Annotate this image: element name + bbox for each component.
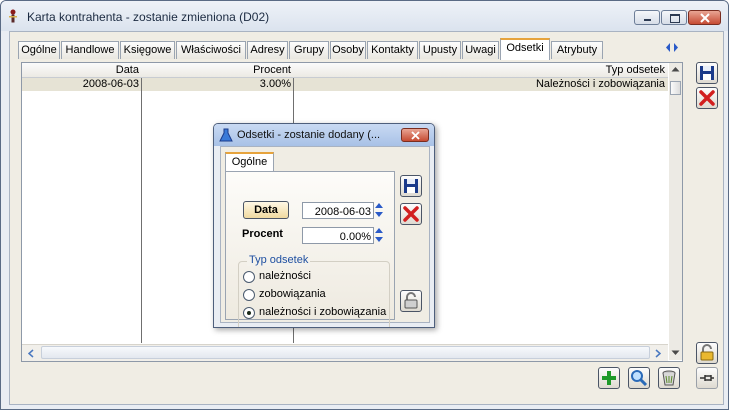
tab-ksiegowe[interactable]: Księgowe bbox=[120, 41, 175, 59]
column-header-data[interactable]: Data bbox=[22, 64, 142, 77]
table-row[interactable]: 2008-06-03 3.00% Należności i zobowiązan… bbox=[22, 78, 668, 91]
tab-kontakty[interactable]: Kontakty bbox=[367, 41, 418, 59]
tab-handlowe[interactable]: Handlowe bbox=[61, 41, 119, 59]
scroll-down-icon[interactable] bbox=[671, 350, 680, 356]
dialog-cancel-button[interactable] bbox=[400, 203, 422, 225]
radio-label[interactable]: zobowiązania bbox=[259, 288, 326, 300]
red-x-icon bbox=[403, 206, 419, 222]
search-button[interactable] bbox=[628, 367, 650, 389]
column-header-typ-odsetek[interactable]: Typ odsetek bbox=[294, 64, 668, 77]
title-bar[interactable]: Karta kontrahenta - zostanie zmieniona (… bbox=[1, 1, 728, 31]
vertical-scrollbar[interactable] bbox=[669, 63, 682, 360]
date-button[interactable]: Data bbox=[243, 201, 289, 219]
scroll-right-icon[interactable] bbox=[655, 349, 661, 358]
scroll-up-icon[interactable] bbox=[671, 66, 680, 72]
tab-osoby[interactable]: Osoby bbox=[330, 41, 366, 59]
tab-wlasciwosci[interactable]: Właściwości bbox=[176, 41, 246, 59]
spin-up-icon[interactable] bbox=[375, 203, 383, 208]
date-spinner[interactable] bbox=[374, 202, 384, 219]
procent-input[interactable] bbox=[302, 227, 374, 244]
column-header-procent[interactable]: Procent bbox=[142, 64, 294, 77]
floppy-disk-icon bbox=[700, 66, 714, 80]
delete-button[interactable] bbox=[658, 367, 680, 389]
group-title: Typ odsetek bbox=[247, 254, 311, 266]
cancel-button[interactable] bbox=[696, 87, 718, 109]
minimize-icon bbox=[644, 19, 651, 21]
grid-header: Data Procent Typ odsetek bbox=[22, 63, 668, 78]
spin-up-icon[interactable] bbox=[375, 228, 383, 233]
spin-down-icon[interactable] bbox=[375, 237, 383, 242]
padlock-icon bbox=[404, 292, 418, 309]
save-button[interactable] bbox=[696, 62, 718, 84]
horizontal-scrollbar[interactable] bbox=[22, 344, 668, 361]
date-input[interactable] bbox=[302, 202, 374, 219]
dialog-tab-ogolne[interactable]: Ogólne bbox=[225, 152, 274, 171]
padlock-icon bbox=[700, 344, 714, 361]
interest-type-group: Typ odsetek należności zobowiązania nale… bbox=[238, 254, 390, 327]
pushpin-icon bbox=[700, 375, 714, 381]
floppy-disk-icon bbox=[404, 179, 418, 193]
red-x-icon bbox=[699, 90, 715, 106]
interest-dialog: Odsetki - zostanie dodany (... Ogólne Da… bbox=[213, 123, 435, 328]
dialog-title-bar[interactable]: Odsetki - zostanie dodany (... bbox=[214, 124, 434, 146]
cell-typ-odsetek: Należności i zobowiązania bbox=[535, 78, 665, 90]
window-title: Karta kontrahenta - zostanie zmieniona (… bbox=[27, 10, 270, 24]
maximize-button[interactable] bbox=[661, 10, 687, 25]
contractor-card-icon bbox=[9, 9, 17, 23]
dialog-title: Odsetki - zostanie dodany (... bbox=[237, 129, 381, 141]
close-icon bbox=[700, 13, 710, 23]
horizontal-scroll-thumb[interactable] bbox=[41, 346, 650, 359]
radio-naleznosci[interactable] bbox=[243, 271, 255, 283]
add-button[interactable] bbox=[598, 367, 620, 389]
close-icon bbox=[411, 131, 420, 140]
vertical-scroll-thumb[interactable] bbox=[670, 81, 681, 95]
tab-scroll-arrows-icon[interactable] bbox=[664, 41, 680, 54]
wastebasket-icon bbox=[662, 370, 676, 386]
lock-button[interactable] bbox=[696, 342, 718, 364]
tab-grupy[interactable]: Grupy bbox=[289, 41, 329, 59]
radio-naleznosci-i-zobowiazania[interactable] bbox=[243, 307, 255, 319]
green-plus-icon bbox=[602, 371, 616, 385]
procent-spinner[interactable] bbox=[374, 227, 384, 244]
dialog-panel: Data Procent Typ odsetek należności zobo… bbox=[225, 171, 395, 327]
radio-label[interactable]: należności i zobowiązania bbox=[259, 306, 386, 318]
tab-upusty[interactable]: Upusty bbox=[419, 41, 461, 59]
procent-label: Procent bbox=[242, 228, 283, 240]
spin-down-icon[interactable] bbox=[375, 212, 383, 217]
dialog-client: Ogólne Data Procent Typ odsetek należnoś… bbox=[220, 146, 430, 327]
close-button[interactable] bbox=[688, 10, 721, 25]
app-flask-icon bbox=[219, 128, 233, 142]
radio-label[interactable]: należności bbox=[259, 270, 311, 282]
cell-data: 2008-06-03 bbox=[82, 78, 139, 90]
radio-zobowiazania[interactable] bbox=[243, 289, 255, 301]
tab-atrybuty[interactable]: Atrybuty bbox=[551, 41, 603, 59]
magnifier-icon bbox=[631, 370, 648, 387]
tab-adresy[interactable]: Adresy bbox=[247, 41, 288, 59]
tab-ogolne[interactable]: Ogólne bbox=[18, 41, 60, 59]
dialog-lock-button[interactable] bbox=[400, 290, 422, 312]
minimize-button[interactable] bbox=[634, 10, 660, 25]
cell-procent: 3.00% bbox=[259, 78, 291, 90]
pin-button[interactable] bbox=[696, 367, 718, 389]
scroll-left-icon[interactable] bbox=[28, 349, 34, 358]
dialog-close-button[interactable] bbox=[401, 128, 429, 142]
maximize-icon bbox=[670, 14, 680, 23]
tab-uwagi[interactable]: Uwagi bbox=[462, 41, 499, 59]
tab-odsetki[interactable]: Odsetki bbox=[500, 38, 550, 60]
dialog-save-button[interactable] bbox=[400, 175, 422, 197]
column-divider bbox=[141, 78, 142, 343]
